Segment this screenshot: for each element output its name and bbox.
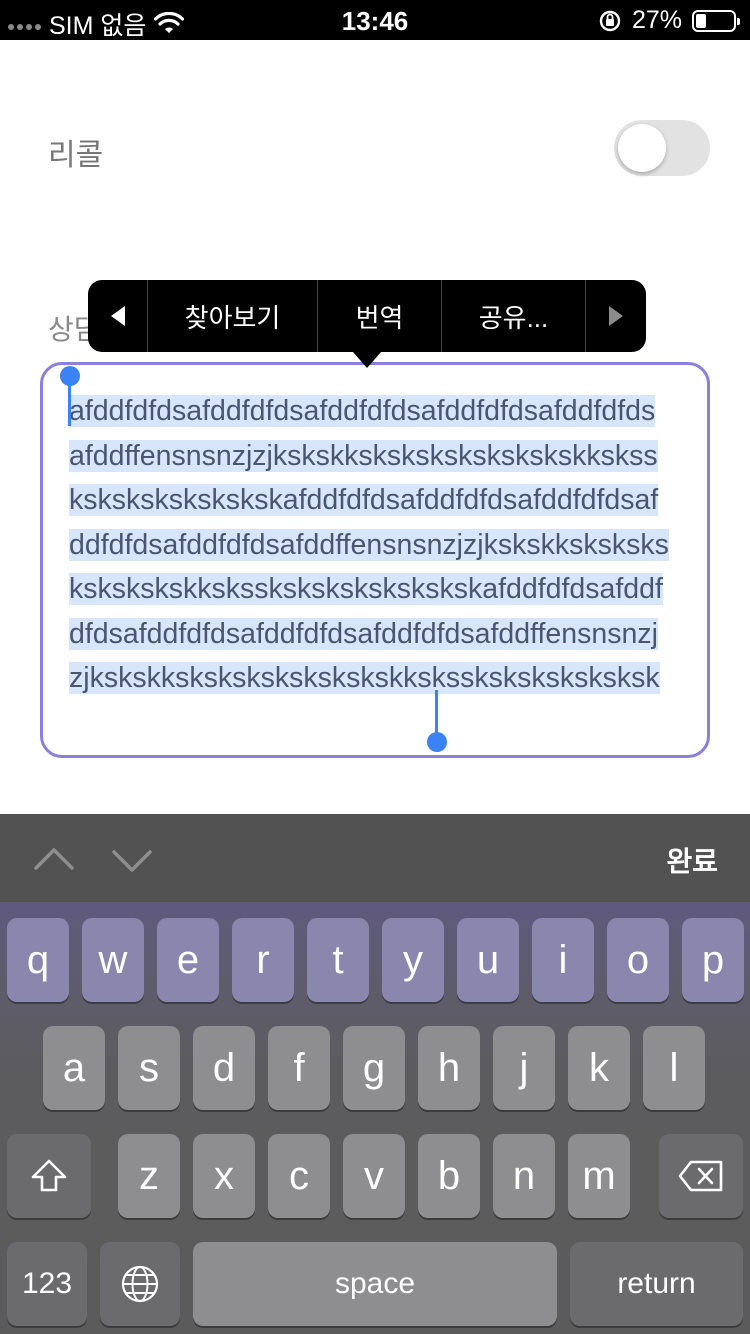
globe-icon [121, 1265, 159, 1303]
selection-caret-end[interactable] [435, 690, 438, 736]
shift-key[interactable] [7, 1134, 91, 1218]
key-e[interactable]: e [157, 918, 219, 1002]
translate-button[interactable]: 번역 [318, 280, 442, 352]
key-s[interactable]: s [118, 1026, 180, 1110]
share-button[interactable]: 공유... [442, 280, 586, 352]
key-f[interactable]: f [268, 1026, 330, 1110]
delete-key[interactable] [659, 1134, 743, 1218]
key-k[interactable]: k [568, 1026, 630, 1110]
memo-textarea[interactable]: afddfdfdsafddfdfdsafddfdfdsafddfdfdsafdd… [40, 362, 710, 758]
edit-menu-prev-button[interactable] [88, 280, 148, 352]
key-g[interactable]: g [343, 1026, 405, 1110]
key-y[interactable]: y [382, 918, 444, 1002]
key-j[interactable]: j [493, 1026, 555, 1110]
selection-handle-end[interactable] [427, 732, 447, 752]
selection-handle-start[interactable] [60, 366, 80, 386]
key-x[interactable]: x [193, 1134, 255, 1218]
key-b[interactable]: b [418, 1134, 480, 1218]
edit-menu-next-button[interactable] [586, 280, 646, 352]
key-q[interactable]: q [7, 918, 69, 1002]
edit-menu-pointer [353, 352, 381, 368]
status-bar: SIM 없음 13:46 27% [0, 0, 750, 40]
selection-caret-start[interactable] [68, 380, 71, 426]
key-l[interactable]: l [643, 1026, 705, 1110]
recall-toggle[interactable] [614, 120, 710, 176]
key-p[interactable]: p [682, 918, 744, 1002]
key-m[interactable]: m [568, 1134, 630, 1218]
orientation-lock-icon [599, 10, 621, 31]
return-key[interactable]: return [570, 1242, 743, 1326]
done-button[interactable]: 완료 [666, 840, 718, 880]
key-i[interactable]: i [532, 918, 594, 1002]
keyboard-toolbar: 완료 [0, 814, 750, 902]
key-u[interactable]: u [457, 918, 519, 1002]
triangle-right-icon [609, 306, 623, 326]
edit-menu: 찾아보기 번역 공유... [88, 280, 646, 352]
key-r[interactable]: r [232, 918, 294, 1002]
toggle-knob [618, 124, 666, 172]
key-h[interactable]: h [418, 1026, 480, 1110]
chevron-up-icon[interactable] [30, 836, 78, 884]
numbers-key[interactable]: 123 [7, 1242, 87, 1326]
status-right: 27% [598, 6, 740, 35]
key-z[interactable]: z [118, 1134, 180, 1218]
textarea-content[interactable]: afddfdfdsafddfdfdsafddfdfdsafddfdfdsafdd… [69, 389, 669, 701]
shift-icon [31, 1159, 67, 1192]
key-o[interactable]: o [607, 918, 669, 1002]
chevron-down-icon[interactable] [108, 836, 156, 884]
key-w[interactable]: w [82, 918, 144, 1002]
recall-label: 리콜 [48, 139, 104, 172]
key-a[interactable]: a [43, 1026, 105, 1110]
lookup-button[interactable]: 찾아보기 [148, 280, 318, 352]
battery-icon [692, 9, 740, 32]
key-d[interactable]: d [193, 1026, 255, 1110]
keyboard: q w e r t y u i o p a s d f g h j k l z … [0, 902, 750, 1334]
selected-text: afddfdfdsafddfdfdsafddfdfdsafddfdfdsafdd… [69, 395, 669, 694]
space-key[interactable]: space [193, 1242, 557, 1326]
key-n[interactable]: n [493, 1134, 555, 1218]
globe-key[interactable] [100, 1242, 180, 1326]
key-t[interactable]: t [307, 918, 369, 1002]
key-c[interactable]: c [268, 1134, 330, 1218]
key-v[interactable]: v [343, 1134, 405, 1218]
triangle-left-icon [110, 306, 125, 326]
delete-icon [678, 1160, 723, 1192]
battery-percent: 27% [631, 6, 682, 34]
